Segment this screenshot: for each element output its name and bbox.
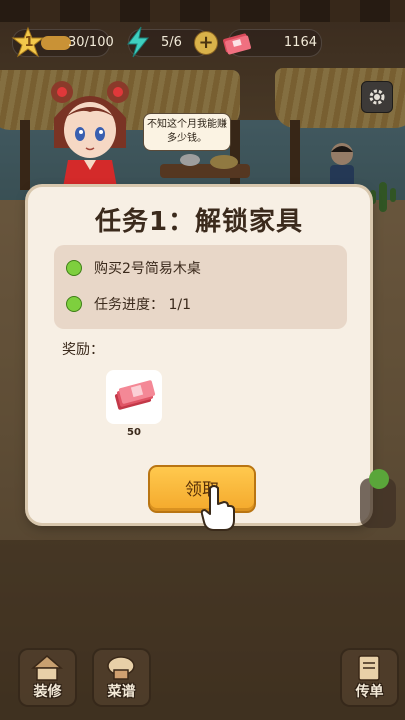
- decorate-label: 装修: [33, 684, 62, 700]
- xp-text: 30/100: [68, 35, 114, 50]
- reward-item: [106, 370, 162, 424]
- lightning-bolt-icon: [126, 26, 150, 58]
- chef-hat-icon: [107, 656, 135, 680]
- complete-status-icon: [66, 296, 82, 312]
- dialog-title: 任务1：解锁家具: [94, 207, 304, 237]
- level-indicator: 1 30/100: [11, 26, 114, 58]
- xp-progress-bar: [41, 36, 71, 50]
- tutorial-hand-pointer-icon: [200, 485, 235, 531]
- reward-quantity: 50: [127, 427, 141, 438]
- speech-bubble: 不知这个月我能赚多少钱。: [143, 113, 231, 151]
- add-energy-button[interactable]: +: [194, 31, 218, 55]
- task-dialog: 任务1：解锁家具 购买2号简易木桌 任务进度： 1/1 奖励： 50 领取: [28, 187, 370, 523]
- complete-status-icon: [66, 260, 82, 276]
- task-requirements: 购买2号简易木桌 任务进度： 1/1: [54, 245, 347, 329]
- reward-label: 奖励：: [62, 342, 104, 358]
- cash-stack-icon: [114, 380, 156, 410]
- energy-text: 5/6: [161, 35, 182, 50]
- checkmark-icon: [369, 469, 389, 489]
- money-amount: 1164: [283, 35, 317, 50]
- level-number: 1: [24, 35, 34, 50]
- decorate-button[interactable]: 装修: [18, 648, 77, 707]
- task-item: 购买2号简易木桌: [66, 256, 201, 280]
- house-icon: [31, 655, 63, 681]
- task-item: 任务进度： 1/1: [66, 292, 191, 316]
- money-indicator: 1164: [223, 29, 322, 57]
- gear-icon: [369, 89, 385, 105]
- cash-stack-icon: [223, 33, 251, 55]
- flyer-label: 传单: [355, 684, 384, 700]
- task-item-label: 购买2号简易木桌: [94, 261, 201, 277]
- flyer-button[interactable]: 传单: [340, 648, 399, 707]
- recipe-button[interactable]: 菜谱: [92, 648, 151, 707]
- shopkeeper-girl-character: [51, 81, 129, 193]
- settings-button[interactable]: [361, 81, 393, 113]
- recipe-label: 菜谱: [107, 684, 136, 700]
- task-progress-label: 任务进度： 1/1: [94, 297, 191, 313]
- flyer-icon: [358, 655, 380, 681]
